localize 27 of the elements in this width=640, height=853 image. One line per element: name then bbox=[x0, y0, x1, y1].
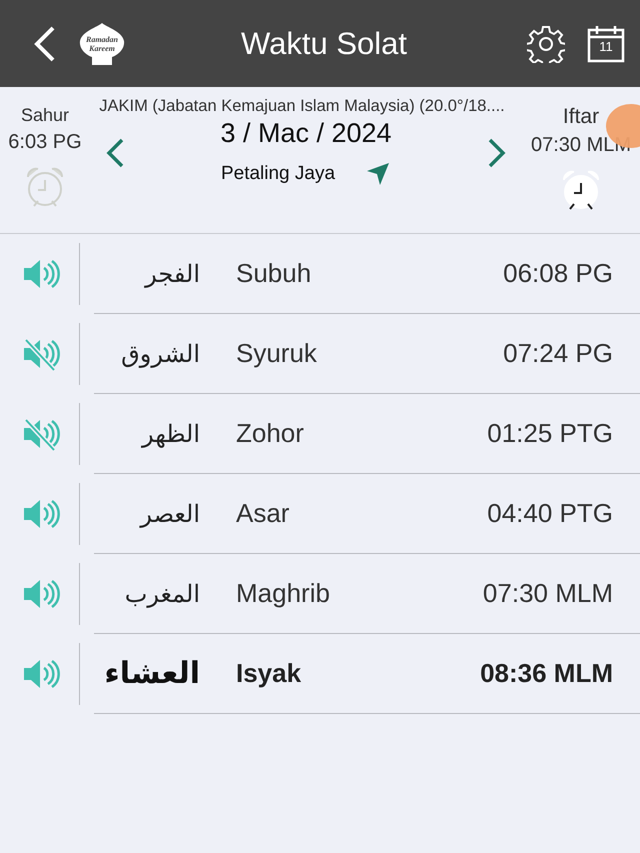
sahur-time: 6:03 PG bbox=[8, 131, 82, 154]
prayer-name: Zohor bbox=[236, 418, 305, 449]
prayer-name: Subuh bbox=[236, 258, 312, 289]
date-label: 3 / Mac / 2024 bbox=[220, 118, 392, 149]
arabic-prayer-name: الفجر bbox=[143, 260, 200, 288]
iftar-time: 07:30 MLM bbox=[530, 134, 632, 157]
arabic-prayer-name: الشروق bbox=[120, 340, 200, 368]
iftar-label: Iftar bbox=[562, 105, 600, 129]
calculation-method: JAKIM (Jabatan Kemajuan Islam Malaysia) (20.0°/18.... bbox=[99, 97, 505, 116]
prayer-time: 04:40 PTG bbox=[487, 498, 613, 529]
window-title: Waktu Solat bbox=[240, 26, 408, 62]
prayer-time: 07:30 MLM bbox=[482, 578, 613, 609]
arabic-prayer-name: العشاء bbox=[103, 656, 200, 691]
prayer-time: 08:36 MLM bbox=[480, 658, 613, 689]
navigation-arrow-icon[interactable] bbox=[365, 161, 392, 187]
location-label: Petaling Jaya bbox=[220, 163, 336, 185]
prayer-time: 06:08 PG bbox=[503, 258, 613, 289]
arabic-prayer-name: المغرب bbox=[124, 580, 200, 608]
prayer-name: Maghrib bbox=[236, 578, 331, 609]
prayer-time: 07:24 PG bbox=[503, 338, 613, 369]
prayer-name: Isyak bbox=[236, 658, 302, 689]
arabic-prayer-name: العصر bbox=[138, 500, 200, 528]
sahur-label: Sahur bbox=[20, 105, 70, 126]
prayer-name: Syuruk bbox=[236, 338, 318, 369]
prayer-time: 01:25 PTG bbox=[487, 418, 613, 449]
prayer-name: Asar bbox=[236, 498, 290, 529]
arabic-prayer-name: الظهر bbox=[140, 420, 200, 448]
